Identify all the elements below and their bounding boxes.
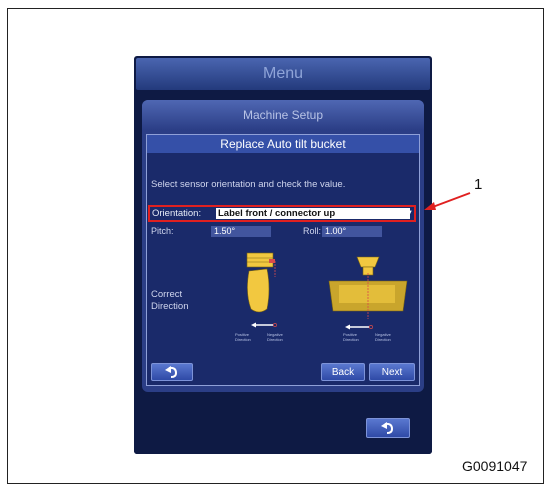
instruction-text: Select sensor orientation and check the … <box>151 179 346 190</box>
pitch-label: Pitch: <box>151 226 174 236</box>
left-positive-direction-label: Positive Direction <box>235 332 251 342</box>
return-button[interactable] <box>366 418 410 438</box>
machine-setup-title-text: Machine Setup <box>242 108 324 122</box>
next-button[interactable]: Next <box>369 363 415 381</box>
right-positive-direction-label: Positive Direction <box>343 332 359 342</box>
orientation-row: Orientation: Label front / connector up … <box>148 205 416 222</box>
back-button-label: Back <box>331 366 355 378</box>
undo-button[interactable] <box>151 363 193 381</box>
dialog-title-text: Replace Auto tilt bucket <box>220 137 346 151</box>
orientation-label: Orientation: <box>152 208 202 219</box>
pitch-roll-row: Pitch: 1.50° Roll: 1.00° <box>151 226 417 238</box>
right-negative-direction-label: Negative Direction <box>375 332 391 342</box>
callout-number: 1 <box>474 176 483 193</box>
replace-bucket-dialog: Replace Auto tilt bucket Select sensor o… <box>146 134 420 386</box>
undo-icon <box>381 422 394 434</box>
chevron-down-icon[interactable]: ▼ <box>407 210 413 216</box>
roll-label: Roll: <box>303 226 322 236</box>
pitch-value: 1.50° <box>211 226 271 237</box>
orientation-value: Label front / connector up <box>218 208 336 219</box>
back-button[interactable]: Back <box>321 363 365 381</box>
bucket-front-graphic <box>328 256 408 330</box>
bottom-area <box>134 396 432 454</box>
orientation-dropdown[interactable]: Label front / connector up <box>216 208 410 219</box>
menu-title-bar: Menu <box>136 58 430 90</box>
figure-code: G0091047 <box>462 458 528 474</box>
correct-direction-label: Correct Direction <box>151 289 189 312</box>
device-screen: Menu Machine Setup Replace Auto tilt buc… <box>134 56 432 454</box>
machine-setup-title: Machine Setup <box>142 100 424 130</box>
machine-setup-panel: Machine Setup Replace Auto tilt bucket S… <box>142 100 424 392</box>
left-negative-direction-label: Negative Direction <box>267 332 283 342</box>
bucket-side-graphic <box>246 252 277 328</box>
undo-icon <box>165 366 178 378</box>
menu-title: Menu <box>262 65 304 82</box>
next-button-label: Next <box>381 366 403 378</box>
roll-value: 1.00° <box>322 226 382 237</box>
dialog-title: Replace Auto tilt bucket <box>147 135 419 153</box>
